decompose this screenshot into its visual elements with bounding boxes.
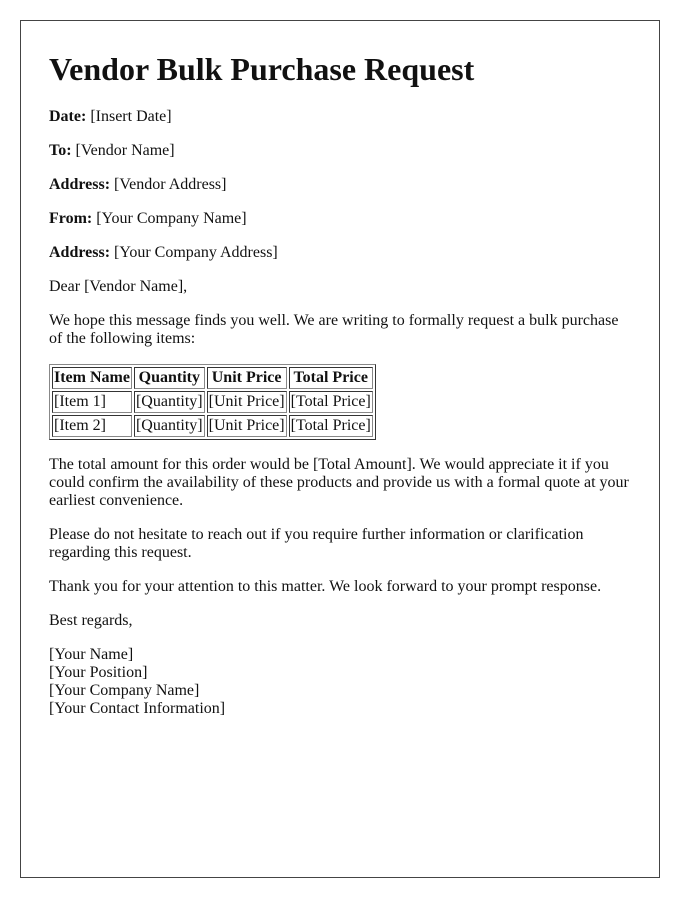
thanks-paragraph: Thank you for your attention to this mat… xyxy=(49,578,602,595)
salutation: Dear [Vendor Name], xyxy=(49,278,188,295)
table-cell: [Total Price] xyxy=(288,415,373,437)
column-header: Unit Price xyxy=(206,367,287,389)
page-title: Vendor Bulk Purchase Request xyxy=(49,51,475,87)
signature-company: [Your Company Name] xyxy=(49,682,200,699)
table-cell: [Quantity] xyxy=(133,391,205,413)
letter-page: Vendor Bulk Purchase Request Date: [Inse… xyxy=(20,20,660,878)
field-value: [Your Company Name] xyxy=(96,210,247,227)
column-header: Quantity xyxy=(133,367,205,389)
field-value: [Your Company Address] xyxy=(114,244,278,261)
field-value: [Vendor Address] xyxy=(114,176,227,193)
table-cell: [Item 1] xyxy=(52,391,132,413)
table-cell: [Quantity] xyxy=(133,415,205,437)
table-row: [Item 1] [Quantity] [Unit Price] [Total … xyxy=(52,391,373,413)
table-cell: [Item 2] xyxy=(52,415,132,437)
total-amount-paragraph: The total amount for this order would be… xyxy=(49,456,629,509)
field-label: Date: xyxy=(49,108,87,125)
from-field: From: [Your Company Name] xyxy=(49,210,631,228)
contact-paragraph: Please do not hesitate to reach out if y… xyxy=(49,526,584,561)
signature-name: [Your Name] xyxy=(49,646,134,663)
table-cell: [Unit Price] xyxy=(206,391,287,413)
field-label: To: xyxy=(49,142,72,159)
field-label: Address: xyxy=(49,176,111,193)
column-header: Total Price xyxy=(288,367,373,389)
company-address-field: Address: [Your Company Address] xyxy=(49,244,631,262)
field-value: [Insert Date] xyxy=(90,108,172,125)
signature-contact: [Your Contact Information] xyxy=(49,700,226,717)
items-table: Item Name Quantity Unit Price Total Pric… xyxy=(49,364,376,440)
signature-position: [Your Position] xyxy=(49,664,148,681)
field-label: Address: xyxy=(49,244,111,261)
column-header: Item Name xyxy=(52,367,132,389)
table-cell: [Total Price] xyxy=(288,391,373,413)
table-cell: [Unit Price] xyxy=(206,415,287,437)
intro-paragraph: We hope this message finds you well. We … xyxy=(49,312,619,347)
table-header-row: Item Name Quantity Unit Price Total Pric… xyxy=(52,367,373,389)
closing: Best regards, xyxy=(49,612,133,629)
date-field: Date: [Insert Date] xyxy=(49,108,631,126)
table-row: [Item 2] [Quantity] [Unit Price] [Total … xyxy=(52,415,373,437)
signature-block: [Your Name] [Your Position] [Your Compan… xyxy=(49,646,631,718)
to-field: To: [Vendor Name] xyxy=(49,142,631,160)
vendor-address-field: Address: [Vendor Address] xyxy=(49,176,631,194)
field-label: From: xyxy=(49,210,93,227)
field-value: [Vendor Name] xyxy=(75,142,175,159)
